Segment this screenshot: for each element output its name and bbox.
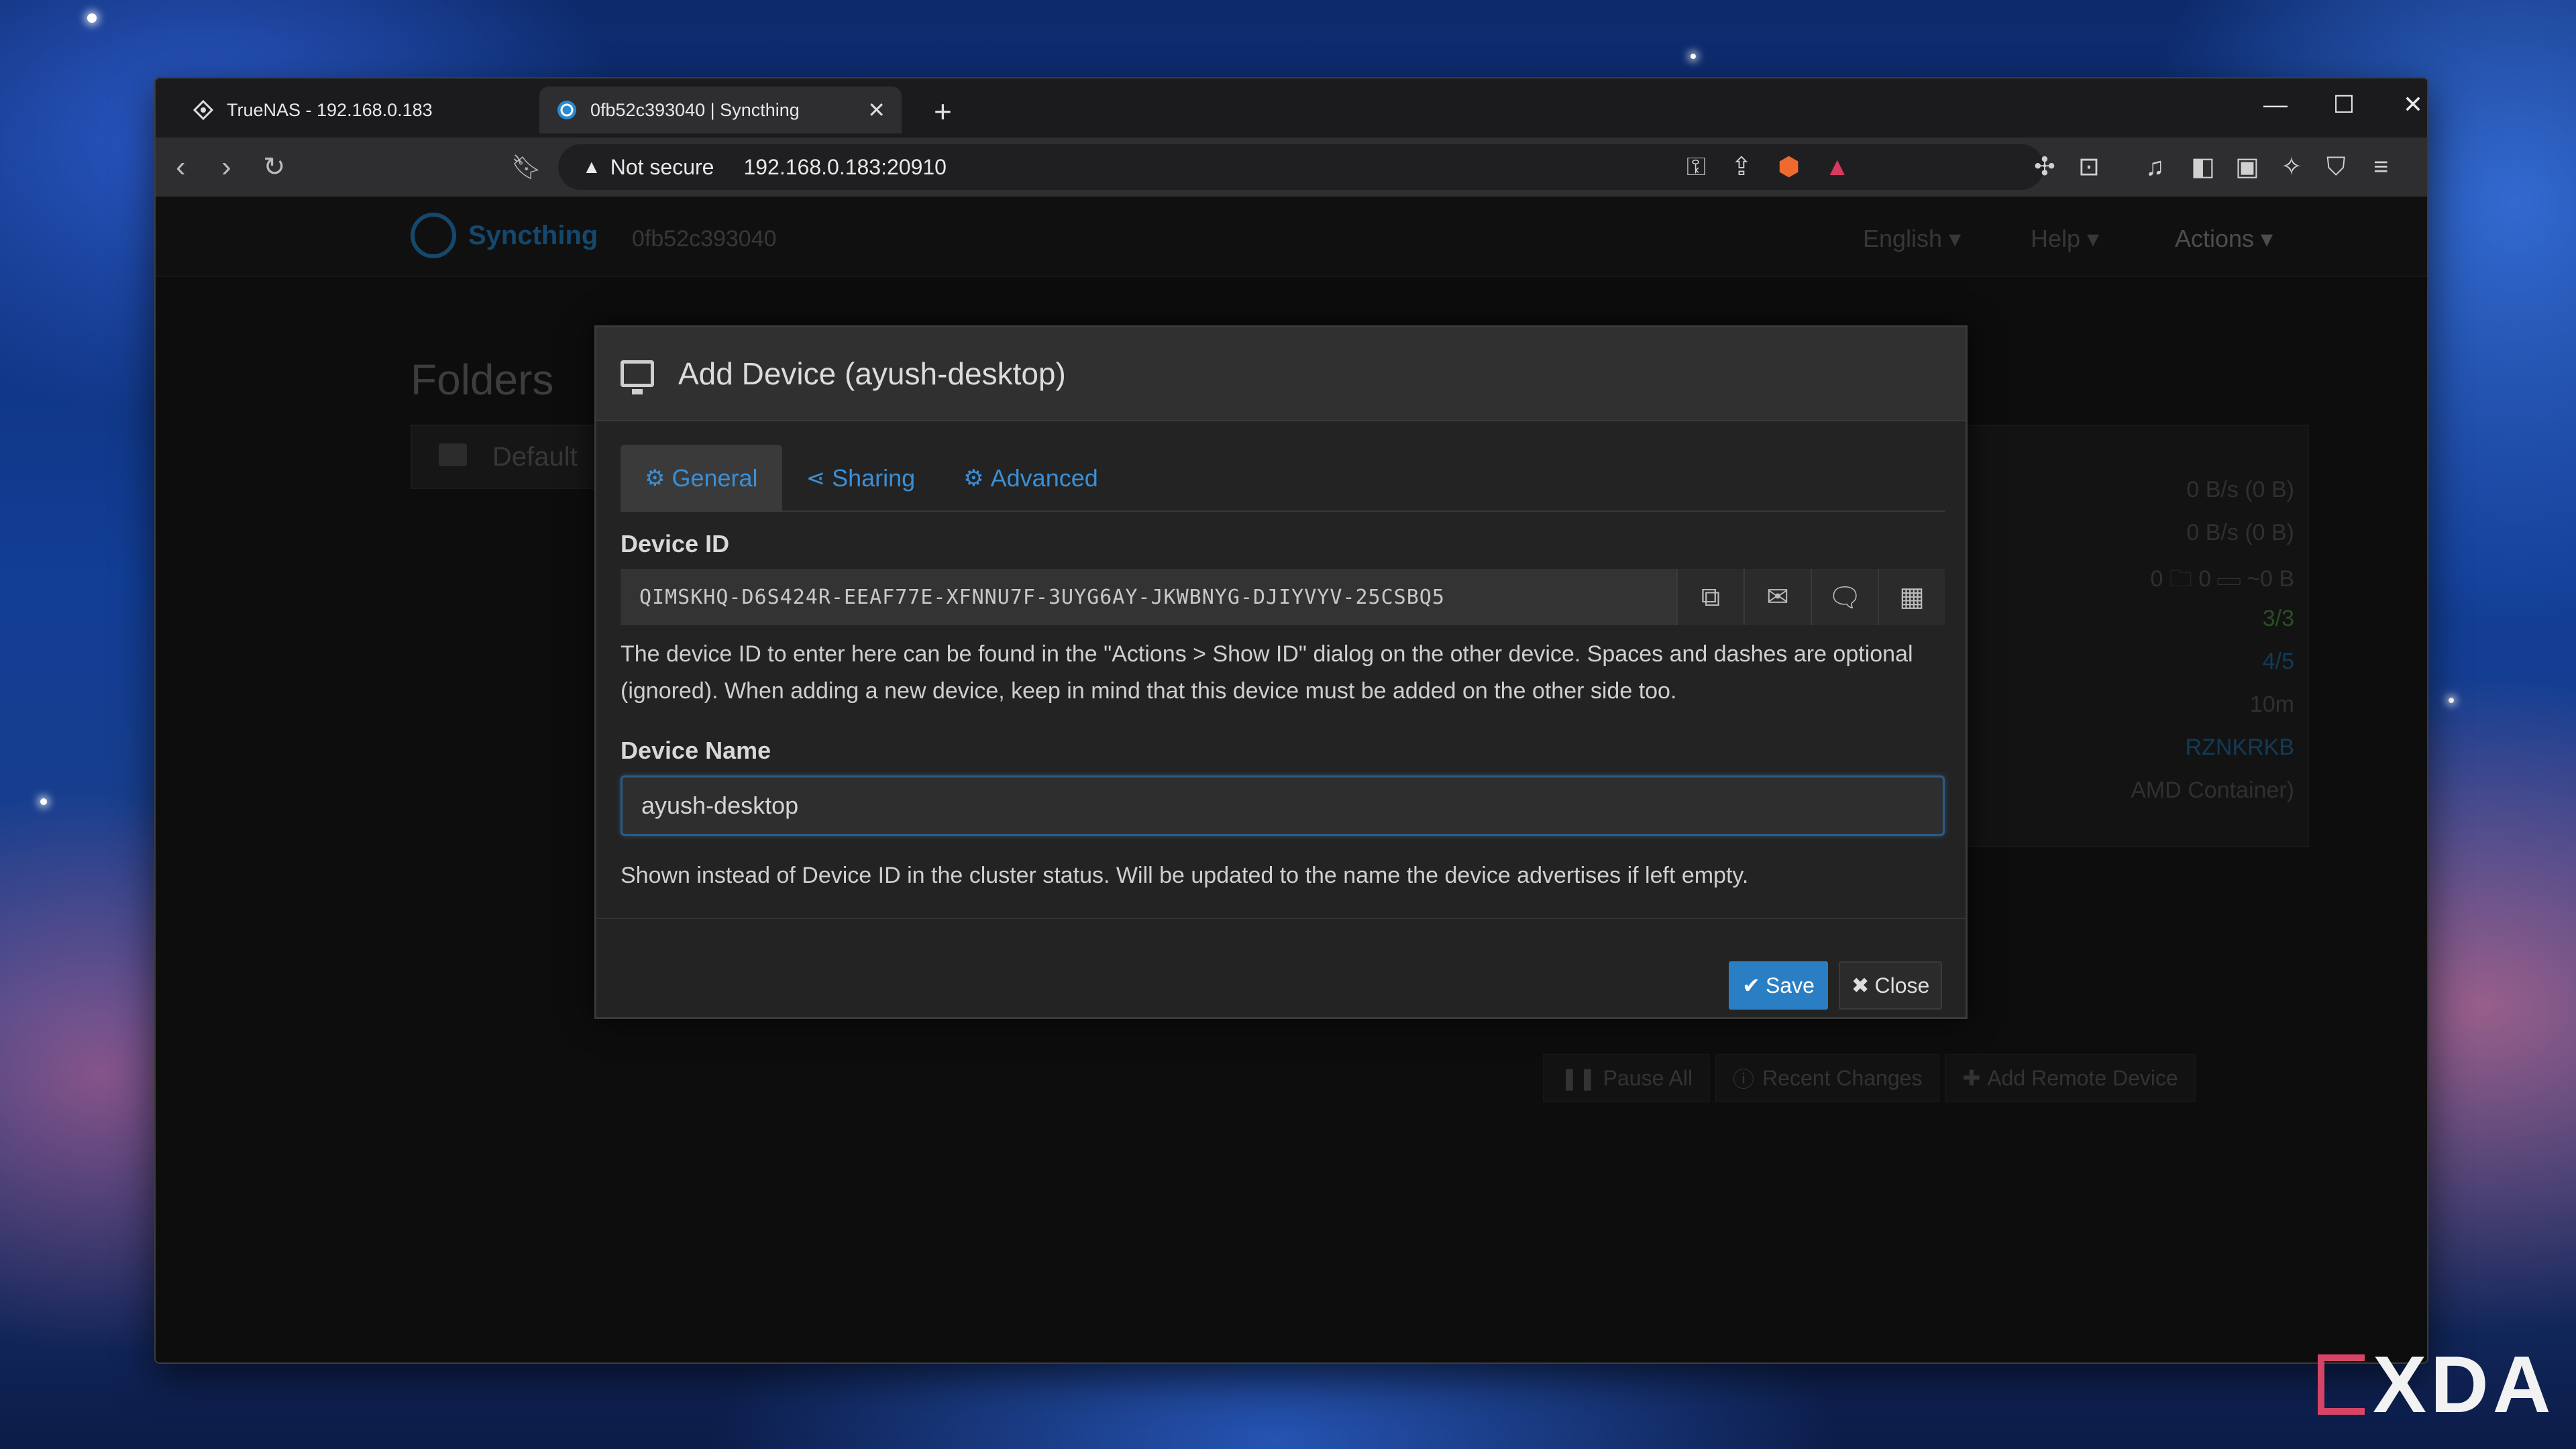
close-icon: ✖ xyxy=(1851,973,1870,998)
gears-icon: ⚙ xyxy=(963,466,984,491)
background-star xyxy=(40,798,47,805)
tab-title: TrueNAS - 192.168.0.183 xyxy=(227,99,433,120)
leo-ai-icon[interactable]: ✧ xyxy=(2281,152,2302,182)
tab-general-label: General xyxy=(672,464,758,492)
tab-title: 0fb52c393040 | Syncthing xyxy=(590,99,800,120)
modal-header: Add Device (ayush-desktop) xyxy=(596,327,1966,421)
email-icon[interactable]: ✉ xyxy=(1743,569,1811,625)
close-button[interactable]: ✖ Close xyxy=(1839,961,1942,1010)
tab-syncthing[interactable]: 0fb52c393040 | Syncthing ✕ xyxy=(539,87,902,133)
copy-icon[interactable]: ⧉ xyxy=(1676,569,1743,625)
desktop-icon xyxy=(621,360,654,394)
add-device-modal: Add Device (ayush-desktop) ⚙ General ⋖ S… xyxy=(594,325,1968,1019)
minimize-icon[interactable]: — xyxy=(2255,91,2296,119)
address-bar[interactable]: ▲ Not secure 192.168.0.183:20910 xyxy=(558,144,2044,190)
back-icon[interactable]: ‹ xyxy=(176,152,186,182)
truenas-icon xyxy=(192,99,215,121)
warning-icon: ▲ xyxy=(582,156,601,177)
brave-shield-icon[interactable]: ⬢ xyxy=(1778,152,1800,182)
extensions-icon[interactable]: ✣ xyxy=(2034,152,2055,182)
forward-icon[interactable]: › xyxy=(221,152,231,182)
url-text: 192.168.0.183:20910 xyxy=(743,154,947,179)
bookmark-icon[interactable]: 🔖︎ xyxy=(511,152,542,182)
device-id-field[interactable]: QIMSKHQ-D6S424R-EEAF77E-XFNNU7F-3UYG6AY-… xyxy=(621,569,1676,625)
modal-footer: ✔ Save ✖ Close xyxy=(596,918,1966,1018)
browser-toolbar: ‹ › ↻ 🔖︎ ▲ Not secure 192.168.0.183:2091… xyxy=(156,138,2427,197)
device-name-help: Shown instead of Device ID in the cluste… xyxy=(621,863,1749,888)
tab-advanced-label: Advanced xyxy=(990,464,1098,492)
gear-icon: ⚙ xyxy=(645,466,665,491)
close-label: Close xyxy=(1874,973,1930,998)
device-id-group: QIMSKHQ-D6S424R-EEAF77E-XFNNU7F-3UYG6AY-… xyxy=(621,569,1945,625)
menu-icon[interactable]: ≡ xyxy=(2373,152,2388,182)
maximize-icon[interactable]: ☐ xyxy=(2324,91,2364,119)
save-button[interactable]: ✔ Save xyxy=(1729,961,1828,1010)
device-id-help: The device ID to enter here can be found… xyxy=(621,641,1913,704)
background-star xyxy=(1690,54,1696,59)
share-icon[interactable]: ⇪ xyxy=(1731,152,1752,182)
device-name-label: Device Name xyxy=(621,737,771,764)
background-star xyxy=(87,13,97,23)
media-icon[interactable]: ♫ xyxy=(2145,152,2165,182)
browser-window: TrueNAS - 192.168.0.183 0fb52c393040 | S… xyxy=(154,77,2428,1364)
background-star xyxy=(2449,698,2454,703)
sidebar-icon[interactable]: ◧ xyxy=(2191,152,2215,182)
message-icon[interactable]: 🗨︎ xyxy=(1811,569,1878,625)
qr-code-icon[interactable]: ▦ xyxy=(1878,569,1945,625)
new-tab-plus-icon[interactable]: + xyxy=(934,93,952,129)
vpn-icon[interactable]: ⛉ xyxy=(2326,152,2346,182)
tab-strip: TrueNAS - 192.168.0.183 0fb52c393040 | S… xyxy=(156,78,2427,138)
syncthing-page: Syncthing 0fb52c393040 English ▾ Help ▾ … xyxy=(156,197,2427,1362)
tab-advanced[interactable]: ⚙ Advanced xyxy=(939,445,1122,512)
reload-icon[interactable]: ↻ xyxy=(263,152,286,182)
syncthing-icon xyxy=(555,99,578,121)
close-window-icon[interactable]: ✕ xyxy=(2393,91,2427,119)
screenshot-icon[interactable]: ⊡ xyxy=(2078,152,2100,182)
share-icon: ⋖ xyxy=(806,466,826,491)
security-label: Not secure xyxy=(610,154,714,179)
key-icon[interactable]: ⚿ xyxy=(1686,152,1706,182)
device-name-input[interactable] xyxy=(621,775,1945,836)
tab-sharing[interactable]: ⋖ Sharing xyxy=(782,445,940,512)
wallet-icon[interactable]: ▣ xyxy=(2235,152,2259,182)
tab-close-icon[interactable]: ✕ xyxy=(867,97,885,123)
modal-tabs: ⚙ General ⋖ Sharing ⚙ Advanced xyxy=(621,445,1945,512)
xda-logo-mark xyxy=(2318,1354,2365,1415)
tab-sharing-label: Sharing xyxy=(832,464,916,492)
check-icon: ✔ xyxy=(1742,973,1760,998)
xda-watermark: XDA xyxy=(2318,1338,2555,1431)
watermark-text: XDA xyxy=(2373,1340,2555,1430)
brave-rewards-icon[interactable]: ▲ xyxy=(1825,152,1850,182)
modal-title: Add Device (ayush-desktop) xyxy=(678,356,1066,391)
save-label: Save xyxy=(1765,973,1815,998)
device-id-label: Device ID xyxy=(621,530,730,557)
tab-truenas[interactable]: TrueNAS - 192.168.0.183 xyxy=(176,87,538,133)
tab-general[interactable]: ⚙ General xyxy=(621,445,782,512)
